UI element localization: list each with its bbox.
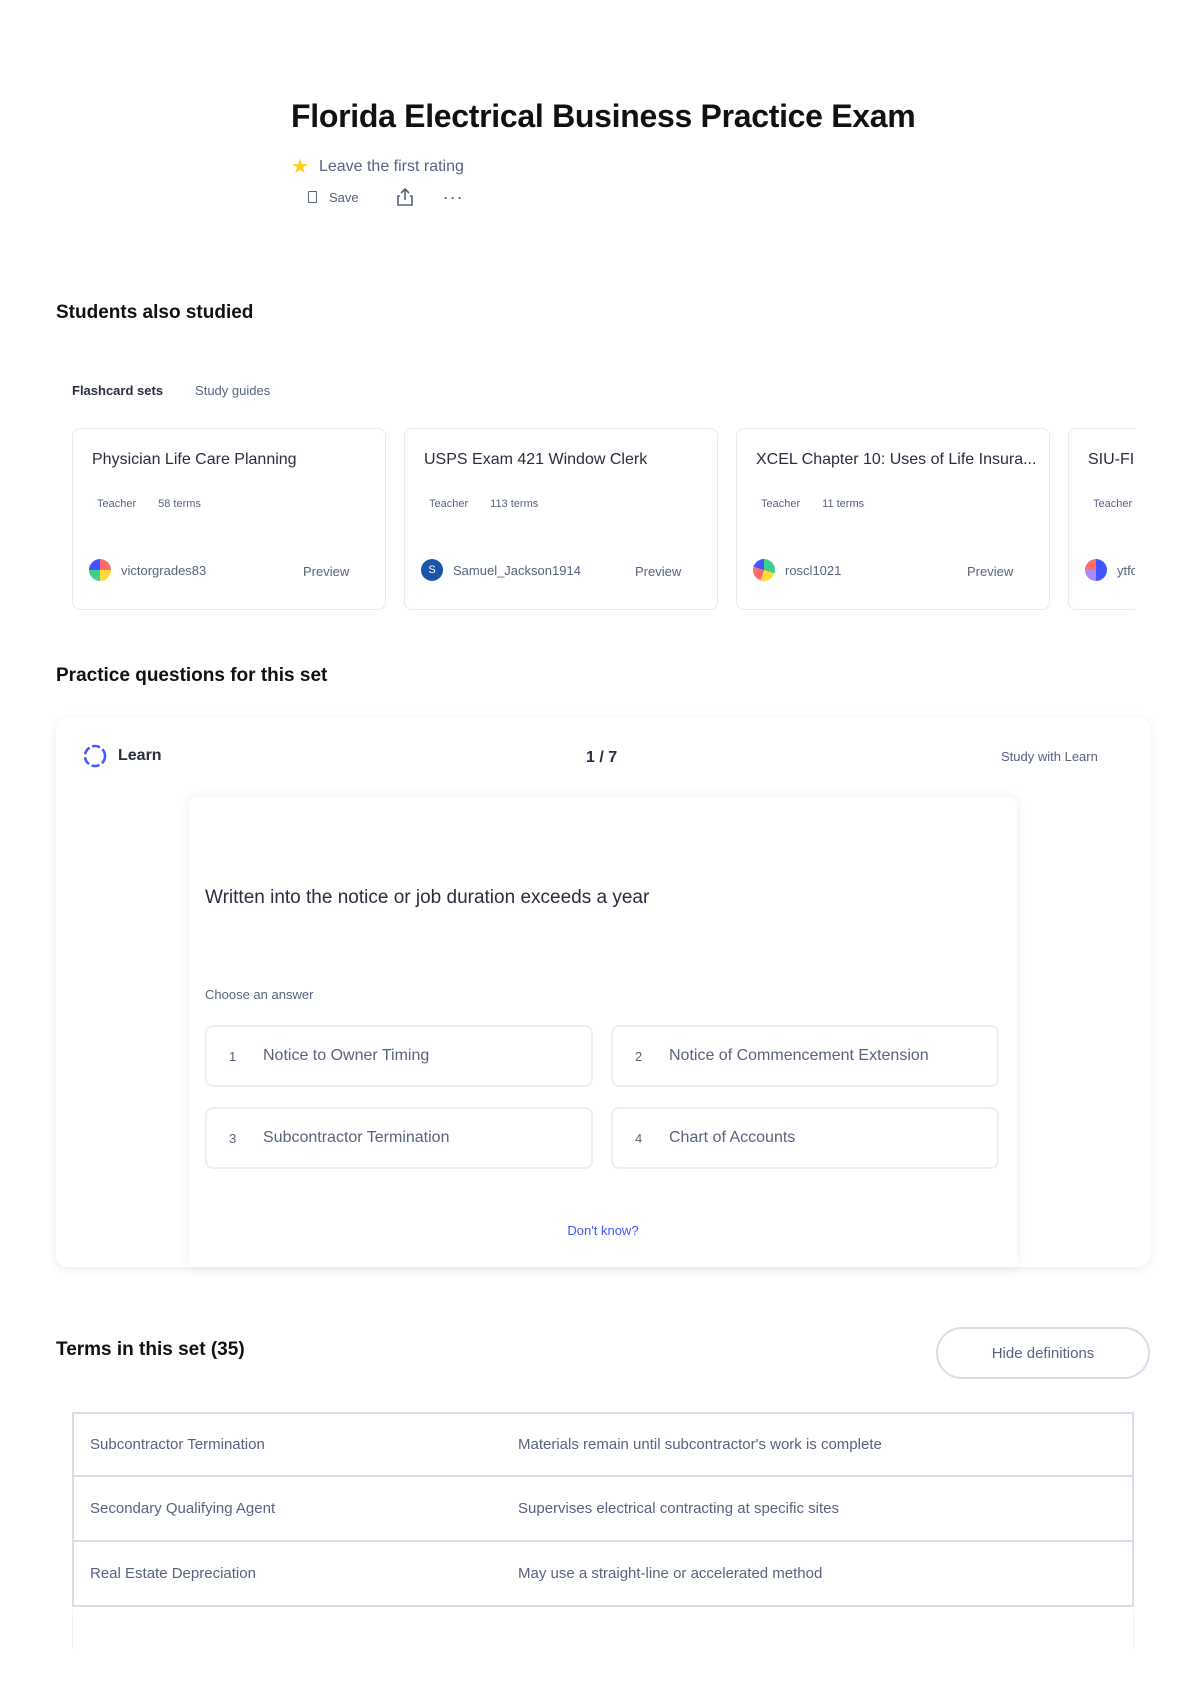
card-role: Teacher xyxy=(1093,498,1133,510)
avatar xyxy=(1085,559,1107,581)
card-role: Teacher xyxy=(761,498,801,510)
card-meta: Teacher 11 terms xyxy=(761,498,864,510)
answer-option-3[interactable]: 3 Subcontractor Termination xyxy=(205,1107,593,1169)
author-name: victorgrades83 xyxy=(121,562,207,578)
term-definition: Materials remain until subcontractor's w… xyxy=(518,1436,882,1453)
study-with-learn-link[interactable]: Study with Learn xyxy=(1001,749,1098,764)
study-set-carousel: Physician Life Care Planning Teacher 58 … xyxy=(72,428,1135,610)
card-meta: Teacher 58 terms xyxy=(97,498,201,510)
question-card: Written into the notice or job duration … xyxy=(189,797,1017,1267)
card-meta: Teacher xyxy=(1093,498,1135,510)
avatar: S xyxy=(421,559,443,581)
save-label: Save xyxy=(329,189,359,205)
card-title: XCEL Chapter 10: Uses of Life Insura... xyxy=(756,451,1037,468)
card-author[interactable]: ytfq xyxy=(1085,559,1135,581)
card-author[interactable]: roscl1021 xyxy=(753,559,841,581)
term-definition: May use a straight-line or accelerated m… xyxy=(518,1565,823,1582)
option-text: Chart of Accounts xyxy=(669,1129,796,1146)
practice-heading: Practice questions for this set xyxy=(56,665,328,686)
study-tabs: Flashcard sets Study guides xyxy=(72,383,302,398)
dont-know-button[interactable]: Don't know? xyxy=(189,1223,1017,1238)
option-text: Subcontractor Termination xyxy=(263,1129,450,1146)
author-name: ytfq xyxy=(1117,562,1135,578)
avatar xyxy=(89,559,111,581)
answer-option-2[interactable]: 2 Notice of Commencement Extension xyxy=(611,1025,999,1087)
question-text: Written into the notice or job duration … xyxy=(205,887,650,908)
set-actions: Save ··· xyxy=(308,187,464,207)
study-set-card[interactable]: SIU-FIN Teacher ytfq xyxy=(1068,428,1135,610)
option-text: Notice to Owner Timing xyxy=(263,1047,430,1064)
option-number: 3 xyxy=(229,1130,237,1146)
card-term-count: 113 terms xyxy=(490,498,539,510)
avatar xyxy=(753,559,775,581)
card-title: Physician Life Care Planning xyxy=(92,451,297,468)
tab-flashcard-sets[interactable]: Flashcard sets xyxy=(72,383,163,398)
author-name: Samuel_Jackson1914 xyxy=(453,562,581,578)
learn-mode-label: Learn xyxy=(82,743,162,769)
card-meta: Teacher 113 terms xyxy=(429,498,538,510)
study-set-card[interactable]: Physician Life Care Planning Teacher 58 … xyxy=(72,428,386,610)
learn-panel: Learn 1 / 7 Study with Learn Written int… xyxy=(56,717,1150,1267)
study-set-card[interactable]: USPS Exam 421 Window Clerk Teacher 113 t… xyxy=(404,428,718,610)
option-number: 1 xyxy=(229,1048,237,1064)
more-options-icon[interactable]: ··· xyxy=(443,188,464,206)
card-term-count: 58 terms xyxy=(158,498,201,510)
term-definition: Supervises electrical contracting at spe… xyxy=(518,1500,839,1517)
rating-text: Leave the first rating xyxy=(318,157,464,175)
students-also-studied-heading: Students also studied xyxy=(56,302,254,323)
rating-link[interactable]: ★ Leave the first rating xyxy=(291,154,464,179)
save-button[interactable]: Save xyxy=(308,190,359,205)
study-set-card[interactable]: XCEL Chapter 10: Uses of Life Insura... … xyxy=(736,428,1050,610)
page-title: Florida Electrical Business Practice Exa… xyxy=(291,98,916,134)
author-name: roscl1021 xyxy=(785,562,842,578)
choose-answer-label: Choose an answer xyxy=(205,987,314,1002)
answer-option-1[interactable]: 1 Notice to Owner Timing xyxy=(205,1025,593,1087)
learn-icon xyxy=(83,744,107,768)
card-title: USPS Exam 421 Window Clerk xyxy=(424,451,648,468)
preview-button[interactable]: Preview xyxy=(303,564,349,579)
learn-label: Learn xyxy=(118,747,162,764)
preview-button[interactable]: Preview xyxy=(635,564,681,579)
option-number: 4 xyxy=(635,1130,643,1146)
option-text: Notice of Commencement Extension xyxy=(669,1047,929,1064)
bookmark-icon xyxy=(308,191,317,203)
term-row: Secondary Qualifying Agent Supervises el… xyxy=(72,1477,1134,1542)
term-word: Secondary Qualifying Agent xyxy=(90,1500,276,1517)
term-row: Subcontractor Termination Materials rema… xyxy=(72,1412,1134,1477)
card-role: Teacher xyxy=(429,498,469,510)
star-icon: ★ xyxy=(291,156,309,178)
card-role: Teacher xyxy=(97,498,137,510)
share-icon[interactable] xyxy=(395,187,415,207)
terms-list: Subcontractor Termination Materials rema… xyxy=(72,1412,1134,1607)
tab-study-guides[interactable]: Study guides xyxy=(195,383,270,398)
answer-option-4[interactable]: 4 Chart of Accounts xyxy=(611,1107,999,1169)
terms-heading: Terms in this set (35) xyxy=(56,1339,245,1360)
hide-definitions-button[interactable]: Hide definitions xyxy=(936,1327,1150,1379)
card-term-count: 11 terms xyxy=(822,498,865,510)
card-author[interactable]: victorgrades83 xyxy=(89,559,206,581)
term-word: Subcontractor Termination xyxy=(90,1436,265,1453)
term-row: Real Estate Depreciation May use a strai… xyxy=(72,1542,1134,1607)
option-number: 2 xyxy=(635,1048,643,1064)
faded-term-row xyxy=(72,1610,1134,1650)
card-title: SIU-FIN xyxy=(1088,451,1135,468)
preview-button[interactable]: Preview xyxy=(967,564,1013,579)
card-author[interactable]: S Samuel_Jackson1914 xyxy=(421,559,581,581)
term-word: Real Estate Depreciation xyxy=(90,1565,256,1582)
question-counter: 1 / 7 xyxy=(586,749,618,766)
